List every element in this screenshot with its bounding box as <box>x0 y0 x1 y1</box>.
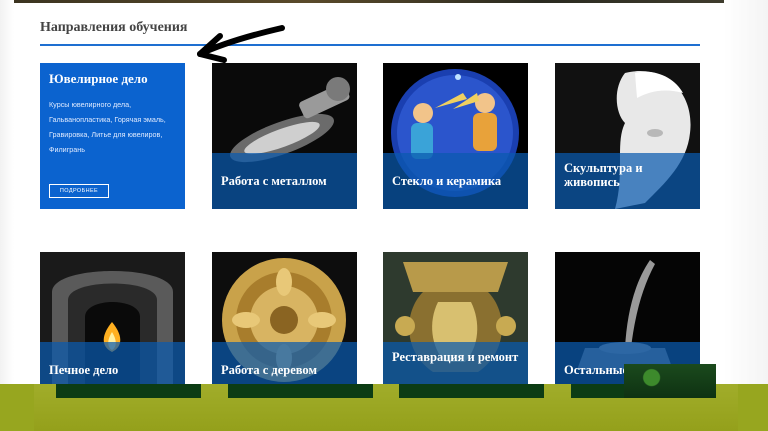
section-title: Направления обучения <box>40 20 188 35</box>
footer-strip <box>399 384 544 398</box>
left-margin <box>0 0 14 385</box>
footer-strip <box>228 384 373 398</box>
top-image-strip <box>0 0 768 3</box>
course-tile-stove[interactable]: Печное дело <box>40 252 185 398</box>
decorative-leaf-icon <box>624 364 716 398</box>
course-tile-restoration[interactable]: Реставрация и ремонт <box>383 252 528 398</box>
tile-label: Стекло и керамика <box>383 153 528 209</box>
more-button[interactable]: ПОДРОБНЕЕ <box>49 184 109 198</box>
tile-label: Скульптура и живопись <box>555 153 700 209</box>
featured-title: Ювелирное дело <box>49 71 148 86</box>
title-underline <box>40 44 700 46</box>
featured-description: Курсы ювелирного дела, Гальванопластика,… <box>49 100 166 154</box>
course-tile-metal[interactable]: Работа с металлом <box>212 63 357 209</box>
hand-drawn-arrow-icon <box>197 25 285 63</box>
course-tile-jewelry[interactable]: Ювелирное дело Курсы ювелирного дела, Га… <box>40 63 185 209</box>
course-tile-glass[interactable]: Стекло и керамика <box>383 63 528 209</box>
tile-label: Работа с металлом <box>212 153 357 209</box>
right-margin <box>724 0 768 385</box>
course-tile-wood[interactable]: Работа с деревом <box>212 252 357 398</box>
footer-strip <box>56 384 201 398</box>
course-tile-sculpture[interactable]: Скульптура и живопись <box>555 63 700 209</box>
